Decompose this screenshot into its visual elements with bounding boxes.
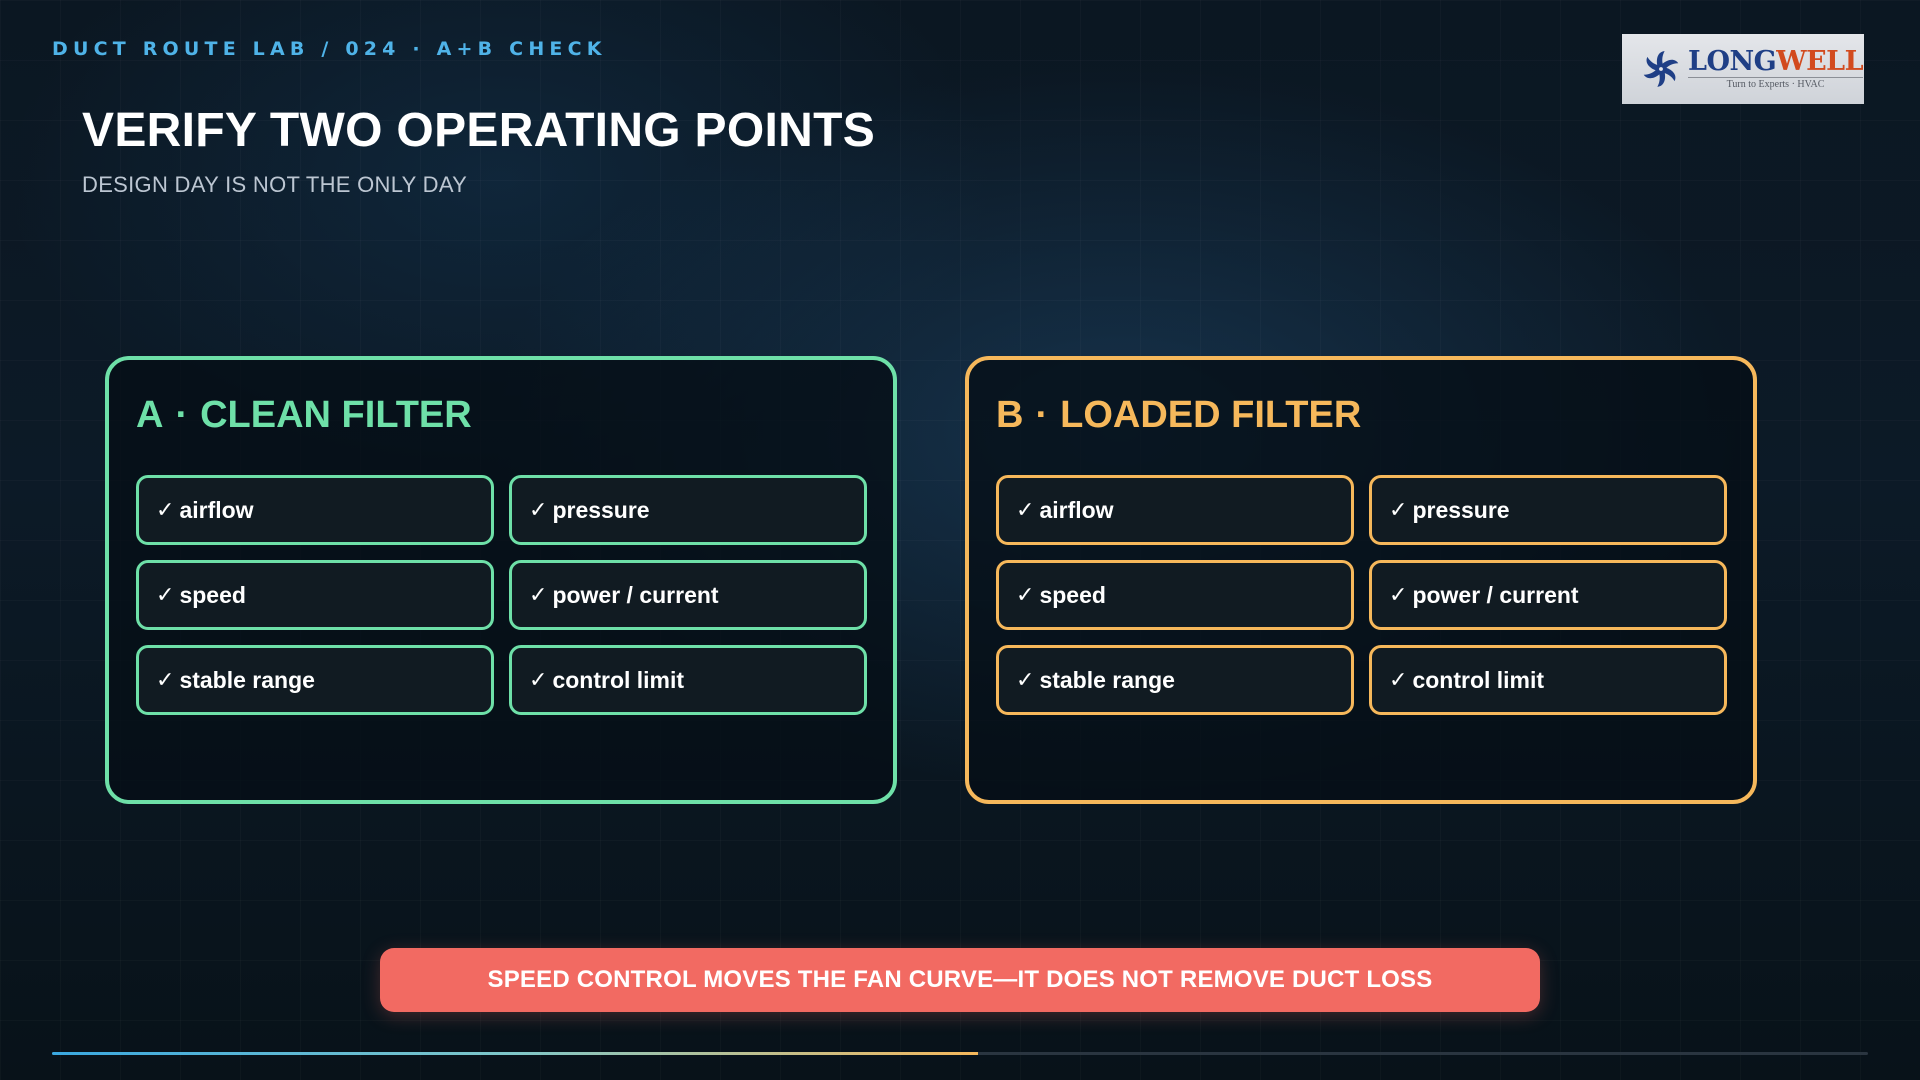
card-letter: B	[996, 394, 1024, 436]
company-logo: LONGWELL Turn to Experts · HVAC	[1622, 34, 1864, 104]
check-icon: ✓	[1389, 497, 1408, 523]
logo-wordmark: LONGWELL Turn to Experts · HVAC	[1688, 46, 1864, 90]
card-label: LOADED FILTER	[1060, 394, 1362, 436]
item-label: stable range	[179, 666, 315, 693]
checklist-item-power-current: ✓ power / current	[1369, 560, 1727, 630]
item-label: stable range	[1039, 666, 1175, 693]
checklist-item-airflow: ✓ airflow	[996, 475, 1354, 545]
slide-title: VERIFY TWO OPERATING POINTS	[82, 104, 876, 157]
section-kicker: DUCT ROUTE LAB / 024 · A+B CHECK	[52, 38, 607, 60]
card-heading: B · LOADED FILTER	[996, 393, 1361, 437]
slide-subtitle: DESIGN DAY IS NOT THE ONLY DAY	[82, 172, 468, 197]
card-separator: ·	[175, 394, 189, 436]
check-icon: ✓	[156, 582, 175, 608]
check-icon: ✓	[1389, 582, 1408, 608]
logo-name-well: WELL	[1776, 46, 1864, 77]
check-icon: ✓	[1016, 667, 1035, 693]
card-clean-filter: A · CLEAN FILTER ✓ airflow ✓ pressure ✓ speed…	[105, 356, 897, 804]
check-icon: ✓	[1016, 497, 1035, 523]
item-label: speed	[1039, 581, 1106, 608]
checklist-item-control-limit: ✓ control limit	[1369, 645, 1727, 715]
checklist-item-speed: ✓ speed	[136, 560, 494, 630]
logo-tagline: Turn to Experts · HVAC	[1688, 77, 1864, 90]
callout-banner: SPEED CONTROL MOVES THE FAN CURVE—IT DOE…	[380, 948, 1540, 1012]
slide-progress-bar	[52, 1052, 1868, 1055]
checklist-item-stable-range: ✓ stable range	[996, 645, 1354, 715]
logo-name: LONGWELL	[1688, 46, 1864, 77]
checklist-item-stable-range: ✓ stable range	[136, 645, 494, 715]
check-icon: ✓	[1016, 582, 1035, 608]
card-heading: A · CLEAN FILTER	[136, 393, 472, 437]
item-label: power / current	[552, 581, 719, 608]
item-label: control limit	[552, 666, 685, 693]
item-label: power / current	[1412, 581, 1579, 608]
checklist-item-power-current: ✓ power / current	[509, 560, 867, 630]
check-icon: ✓	[529, 667, 548, 693]
card-loaded-filter: B · LOADED FILTER ✓ airflow ✓ pressure ✓ spee…	[965, 356, 1757, 804]
item-label: airflow	[1039, 496, 1114, 523]
checklist-item-speed: ✓ speed	[996, 560, 1354, 630]
card-separator: ·	[1035, 394, 1049, 436]
checklist-item-airflow: ✓ airflow	[136, 475, 494, 545]
card-label: CLEAN FILTER	[200, 394, 472, 436]
checklist-item-pressure: ✓ pressure	[1369, 475, 1727, 545]
item-label: pressure	[552, 496, 650, 523]
item-label: airflow	[179, 496, 254, 523]
logo-name-long: LONG	[1688, 46, 1777, 77]
item-label: control limit	[1412, 666, 1545, 693]
check-icon: ✓	[156, 497, 175, 523]
item-label: speed	[179, 581, 246, 608]
item-label: pressure	[1412, 496, 1510, 523]
check-icon: ✓	[1389, 667, 1408, 693]
check-icon: ✓	[529, 582, 548, 608]
check-icon: ✓	[156, 667, 175, 693]
checklist-item-control-limit: ✓ control limit	[509, 645, 867, 715]
check-icon: ✓	[529, 497, 548, 523]
checklist-item-pressure: ✓ pressure	[509, 475, 867, 545]
fan-icon	[1643, 51, 1679, 87]
card-letter: A	[136, 394, 164, 436]
slide-progress-fill	[52, 1052, 979, 1055]
